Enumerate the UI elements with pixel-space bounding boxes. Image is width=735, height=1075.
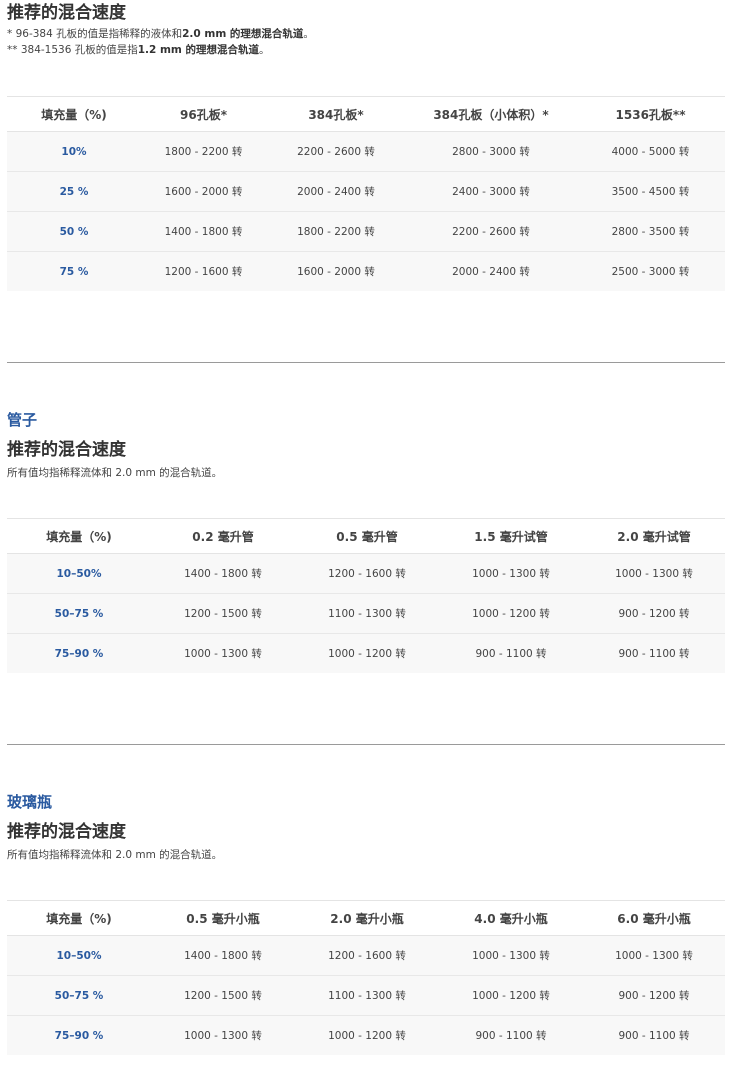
col-fill-header: 填充量（%) — [7, 518, 151, 554]
note2-bold: 1.2 mm 的理想混合轨道 — [137, 44, 260, 56]
speed-cell: 900 - 1100 转 — [439, 633, 583, 673]
tubes-section-title: 管子 — [7, 411, 38, 429]
speed-cell: 1400 - 1800 转 — [141, 211, 266, 252]
table-row: 75–90 % 1000 - 1300 转 1000 - 1200 转 900 … — [7, 1015, 725, 1055]
plates-heading: 推荐的混合速度 — [7, 3, 126, 23]
plates-note-96-384: * 96-384 孔板的值是指稀释的液体和2.0 mm 的理想混合轨道。 — [7, 27, 314, 42]
plates-speed-table: 填充量（%) 96孔板* 384孔板* 384孔板（小体积）* 1536孔板**… — [7, 96, 725, 291]
tubes-heading: 推荐的混合速度 — [7, 440, 126, 460]
fill-level-cell: 50 % — [7, 211, 141, 252]
speed-cell: 1200 - 1600 转 — [295, 553, 439, 594]
fill-level-cell: 75 % — [7, 251, 141, 291]
col-0-5ml-vial-header: 0.5 毫升小瓶 — [151, 900, 295, 936]
speed-cell: 1100 - 1300 转 — [295, 975, 439, 1016]
col-6-0ml-vial-header: 6.0 毫升小瓶 — [583, 900, 725, 936]
plates-note-384-1536: ** 384-1536 孔板的值是指1.2 mm 的理想混合轨道。 — [7, 43, 270, 58]
speed-cell: 1200 - 1600 转 — [295, 935, 439, 976]
note1-end: 。 — [303, 28, 314, 40]
speed-cell: 1200 - 1600 转 — [141, 251, 266, 291]
vials-heading: 推荐的混合速度 — [7, 822, 126, 842]
speed-cell: 3500 - 4500 转 — [576, 171, 725, 212]
speed-cell: 900 - 1100 转 — [439, 1015, 583, 1055]
fill-level-cell: 10% — [7, 131, 141, 172]
note2-end: 。 — [259, 44, 270, 56]
vials-speed-table: 填充量（%) 0.5 毫升小瓶 2.0 毫升小瓶 4.0 毫升小瓶 6.0 毫升… — [7, 900, 725, 1055]
fill-level-cell: 75–90 % — [7, 1015, 151, 1055]
speed-cell: 2000 - 2400 转 — [266, 171, 406, 212]
table-row: 10% 1800 - 2200 转 2200 - 2600 转 2800 - 3… — [7, 131, 725, 172]
tubes-speed-table: 填充量（%) 0.2 毫升管 0.5 毫升管 1.5 毫升试管 2.0 毫升试管… — [7, 518, 725, 673]
col-2-0ml-vial-header: 2.0 毫升小瓶 — [295, 900, 439, 936]
col-fill-header: 填充量（%) — [7, 900, 151, 936]
speed-cell: 1000 - 1300 转 — [583, 553, 725, 594]
speed-cell: 4000 - 5000 转 — [576, 131, 725, 172]
speed-cell: 1800 - 2200 转 — [266, 211, 406, 252]
speed-cell: 900 - 1200 转 — [583, 975, 725, 1016]
table-header-row: 填充量（%) 0.2 毫升管 0.5 毫升管 1.5 毫升试管 2.0 毫升试管 — [7, 518, 725, 554]
section-divider — [7, 744, 725, 745]
note1-bold: 2.0 mm 的理想混合轨道 — [182, 28, 304, 40]
col-0-2ml-tube-header: 0.2 毫升管 — [151, 518, 295, 554]
speed-cell: 1000 - 1200 转 — [439, 975, 583, 1016]
vials-section-title: 玻璃瓶 — [7, 793, 53, 811]
table-row: 50–75 % 1200 - 1500 转 1100 - 1300 转 1000… — [7, 593, 725, 634]
note2-text: ** 384-1536 孔板的值是指 — [7, 44, 138, 56]
col-4-0ml-vial-header: 4.0 毫升小瓶 — [439, 900, 583, 936]
fill-level-cell: 25 % — [7, 171, 141, 212]
speed-cell: 2800 - 3500 转 — [576, 211, 725, 252]
speed-cell: 900 - 1100 转 — [583, 1015, 725, 1055]
table-row: 10–50% 1400 - 1800 转 1200 - 1600 转 1000 … — [7, 935, 725, 976]
speed-cell: 1800 - 2200 转 — [141, 131, 266, 172]
speed-cell: 900 - 1100 转 — [583, 633, 725, 673]
speed-cell: 2800 - 3000 转 — [406, 131, 576, 172]
speed-cell: 1000 - 1300 转 — [151, 633, 295, 673]
speed-cell: 1200 - 1500 转 — [151, 593, 295, 634]
speed-cell: 1000 - 1200 转 — [439, 593, 583, 634]
col-1-5ml-tube-header: 1.5 毫升试管 — [439, 518, 583, 554]
speed-cell: 2200 - 2600 转 — [406, 211, 576, 252]
section-divider — [7, 362, 725, 363]
speed-cell: 1600 - 2000 转 — [266, 251, 406, 291]
col-1536-plate-header: 1536孔板** — [576, 96, 725, 132]
table-row: 10–50% 1400 - 1800 转 1200 - 1600 转 1000 … — [7, 553, 725, 594]
col-96-plate-header: 96孔板* — [141, 96, 266, 132]
table-row: 25 % 1600 - 2000 转 2000 - 2400 转 2400 - … — [7, 171, 725, 212]
col-fill-header: 填充量（%) — [7, 96, 141, 132]
speed-cell: 1400 - 1800 转 — [151, 935, 295, 976]
speed-cell: 1100 - 1300 转 — [295, 593, 439, 634]
speed-cell: 2500 - 3000 转 — [576, 251, 725, 291]
tubes-note: 所有值均指稀释流体和 2.0 mm 的混合轨道。 — [7, 467, 223, 479]
speed-cell: 1400 - 1800 转 — [151, 553, 295, 594]
col-384-low-volume-header: 384孔板（小体积）* — [406, 96, 576, 132]
col-0-5ml-tube-header: 0.5 毫升管 — [295, 518, 439, 554]
vials-note: 所有值均指稀释流体和 2.0 mm 的混合轨道。 — [7, 849, 223, 861]
table-row: 50 % 1400 - 1800 转 1800 - 2200 转 2200 - … — [7, 211, 725, 252]
fill-level-cell: 75–90 % — [7, 633, 151, 673]
fill-level-cell: 50–75 % — [7, 975, 151, 1016]
speed-cell: 900 - 1200 转 — [583, 593, 725, 634]
speed-cell: 2000 - 2400 转 — [406, 251, 576, 291]
speed-cell: 1200 - 1500 转 — [151, 975, 295, 1016]
table-header-row: 填充量（%) 0.5 毫升小瓶 2.0 毫升小瓶 4.0 毫升小瓶 6.0 毫升… — [7, 900, 725, 936]
speed-cell: 2200 - 2600 转 — [266, 131, 406, 172]
speed-cell: 1000 - 1200 转 — [295, 1015, 439, 1055]
fill-level-cell: 10–50% — [7, 935, 151, 976]
note1-text: * 96-384 孔板的值是指稀释的液体和 — [7, 28, 183, 40]
speed-cell: 1000 - 1300 转 — [583, 935, 725, 976]
fill-level-cell: 50–75 % — [7, 593, 151, 634]
table-row: 50–75 % 1200 - 1500 转 1100 - 1300 转 1000… — [7, 975, 725, 1016]
speed-cell: 1000 - 1300 转 — [151, 1015, 295, 1055]
speed-cell: 1600 - 2000 转 — [141, 171, 266, 212]
speed-cell: 1000 - 1300 转 — [439, 553, 583, 594]
table-row: 75–90 % 1000 - 1300 转 1000 - 1200 转 900 … — [7, 633, 725, 673]
table-header-row: 填充量（%) 96孔板* 384孔板* 384孔板（小体积）* 1536孔板** — [7, 96, 725, 132]
speed-cell: 2400 - 3000 转 — [406, 171, 576, 212]
col-384-plate-header: 384孔板* — [266, 96, 406, 132]
fill-level-cell: 10–50% — [7, 553, 151, 594]
col-2-0ml-tube-header: 2.0 毫升试管 — [583, 518, 725, 554]
table-row: 75 % 1200 - 1600 转 1600 - 2000 转 2000 - … — [7, 251, 725, 291]
speed-cell: 1000 - 1200 转 — [295, 633, 439, 673]
speed-cell: 1000 - 1300 转 — [439, 935, 583, 976]
